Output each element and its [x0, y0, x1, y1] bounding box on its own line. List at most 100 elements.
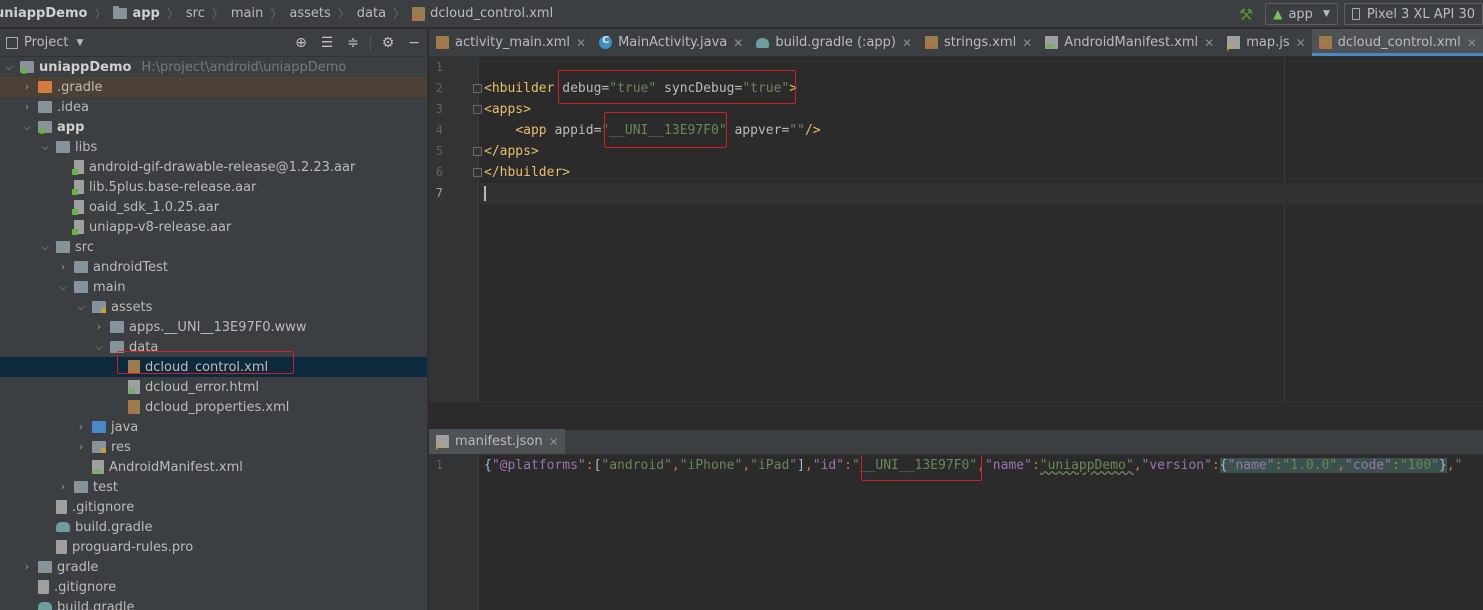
chevron-right-icon[interactable]: ›	[56, 262, 70, 273]
tab-manifest-json[interactable]: manifest.json ✕	[429, 429, 565, 454]
project-view-selector[interactable]: Project	[24, 35, 68, 50]
chevron-down-icon[interactable]: ⌵	[92, 342, 106, 353]
breadcrumb-item-src[interactable]: src	[186, 6, 205, 21]
tree-item-androidtest[interactable]: › androidTest	[0, 257, 427, 277]
close-icon[interactable]: ✕	[1204, 36, 1214, 50]
tree-item-dcloud-control[interactable]: dcloud_control.xml	[0, 357, 427, 377]
tree-item-src[interactable]: ⌵ src	[0, 237, 427, 257]
chevron-down-icon[interactable]: ⌵	[74, 302, 88, 313]
tree-item-idea[interactable]: › .idea	[0, 97, 427, 117]
close-icon[interactable]: ✕	[902, 36, 912, 50]
tree-item-label: lib.5plus.base-release.aar	[89, 179, 257, 195]
fold-marker-icon[interactable]	[473, 84, 482, 93]
tree-item-proguard[interactable]: proguard-rules.pro	[0, 537, 427, 557]
chevron-right-icon[interactable]: ›	[20, 562, 34, 573]
tree-item-dcloud-error[interactable]: dcloud_error.html	[0, 377, 427, 397]
tree-item-apps-www[interactable]: › apps.__UNI__13E97F0.www	[0, 317, 427, 337]
breadcrumb-item-app[interactable]: app	[113, 6, 160, 21]
gear-icon[interactable]: ⚙	[375, 35, 401, 51]
tree-item-gradle-dir[interactable]: › .gradle	[0, 77, 427, 97]
close-icon[interactable]: ✕	[576, 36, 586, 50]
tab-strings[interactable]: strings.xml ✕	[918, 29, 1038, 56]
chevron-down-icon[interactable]: ⌵	[2, 62, 16, 73]
folder-icon	[56, 141, 70, 153]
breadcrumb-separator-icon: 〉	[270, 7, 283, 21]
close-icon[interactable]: ✕	[549, 435, 559, 449]
tree-item-gif-aar[interactable]: android-gif-drawable-release@1.2.23.aar	[0, 157, 427, 177]
fold-marker-icon[interactable]	[473, 105, 482, 114]
run-config-label: app	[1288, 6, 1313, 22]
tree-item-uniappdemo[interactable]: ⌵ uniappDemo H:\project\android\uniappDemo	[0, 57, 427, 77]
hide-panel-icon[interactable]: −	[401, 35, 427, 51]
expand-all-icon[interactable]: ☰	[314, 35, 340, 51]
code-editor[interactable]: 1 2 3 4 5 6 7 <hbuilder debug="true" syn…	[429, 57, 1483, 402]
tree-item-app-gitignore[interactable]: .gitignore	[0, 497, 427, 517]
tree-item-java[interactable]: › java	[0, 417, 427, 437]
tab-androidmanifest[interactable]: AndroidManifest.xml ✕	[1038, 29, 1220, 56]
chevron-right-icon[interactable]: ›	[20, 82, 34, 93]
chevron-down-icon[interactable]: ⌵	[20, 122, 34, 133]
tab-mainactivity[interactable]: MainActivity.java ✕	[592, 29, 749, 56]
device-dropdown[interactable]: Pixel 3 XL API 30	[1343, 3, 1483, 25]
chevron-right-icon[interactable]: ›	[74, 422, 88, 433]
tree-item-androidmanifest[interactable]: AndroidManifest.xml	[0, 457, 427, 477]
tab-build-gradle[interactable]: build.gradle (:app) ✕	[749, 29, 918, 56]
run-configuration-dropdown[interactable]: ▲ app ▼	[1265, 3, 1338, 25]
tree-item-app-build-gradle[interactable]: build.gradle	[0, 517, 427, 537]
chevron-down-icon[interactable]: ⌵	[38, 242, 52, 253]
fold-marker-icon[interactable]	[473, 147, 482, 156]
chevron-down-icon[interactable]: ▼	[76, 38, 83, 48]
breadcrumb-item-file[interactable]: dcloud_control.xml	[412, 6, 553, 22]
close-icon[interactable]: ✕	[1467, 36, 1477, 50]
tree-item-data[interactable]: ⌵ data	[0, 337, 427, 357]
breadcrumb-item-main[interactable]: main	[231, 6, 263, 21]
tree-item-dcloud-properties[interactable]: dcloud_properties.xml	[0, 397, 427, 417]
chevron-down-icon[interactable]: ⌵	[38, 142, 52, 153]
tree-item-uniapp-aar[interactable]: uniapp-v8-release.aar	[0, 217, 427, 237]
editor-split-divider[interactable]	[429, 402, 1483, 430]
tree-item-label: proguard-rules.pro	[72, 539, 194, 555]
tree-item-test[interactable]: › test	[0, 477, 427, 497]
secondary-editor-tab-bar: manifest.json ✕	[429, 429, 1483, 455]
tree-item-libs[interactable]: ⌵ libs	[0, 137, 427, 157]
tab-map-js[interactable]: map.js ✕	[1220, 29, 1311, 56]
tree-item-res[interactable]: › res	[0, 437, 427, 457]
tab-activity-main[interactable]: activity_main.xml ✕	[429, 29, 592, 56]
build-hammer-icon[interactable]: ⚒	[1239, 5, 1253, 24]
editor-gutter: 1	[429, 455, 479, 610]
breadcrumb-item-data[interactable]: data	[357, 6, 386, 21]
tree-item-app[interactable]: ⌵ app	[0, 117, 427, 137]
line-number: 4	[435, 123, 443, 137]
collapse-all-icon[interactable]: ≑	[340, 35, 366, 51]
folder-icon	[56, 241, 70, 253]
close-icon[interactable]: ✕	[1022, 36, 1032, 50]
xml-tag: </hbuilder>	[484, 165, 571, 180]
breadcrumb-item-assets[interactable]: assets	[289, 6, 330, 21]
tab-dcloud-control[interactable]: dcloud_control.xml ✕	[1311, 29, 1483, 56]
breadcrumb-separator-icon: 〉	[337, 7, 350, 21]
tree-item-oaid-aar[interactable]: oaid_sdk_1.0.25.aar	[0, 197, 427, 217]
xml-tag: </apps>	[484, 144, 539, 159]
chevron-down-icon[interactable]: ⌵	[56, 282, 70, 293]
run-toolbar: ⚒ ▲ app ▼ Pixel 3 XL API 30	[1239, 0, 1483, 28]
chevron-right-icon[interactable]: ›	[74, 442, 88, 453]
close-icon[interactable]: ✕	[1296, 36, 1306, 50]
tree-item-assets[interactable]: ⌵ assets	[0, 297, 427, 317]
aar-library-icon	[72, 200, 84, 215]
tree-item-root-gitignore[interactable]: .gitignore	[0, 577, 427, 597]
tree-item-gradle-folder[interactable]: › gradle	[0, 557, 427, 577]
tree-item-5plus-aar[interactable]: lib.5plus.base-release.aar	[0, 177, 427, 197]
xml-value: "__UNI__13E97F0"	[601, 123, 727, 138]
close-icon[interactable]: ✕	[733, 36, 743, 50]
tree-item-root-build-gradle[interactable]: build.gradle	[0, 597, 427, 610]
chevron-right-icon[interactable]: ›	[92, 322, 106, 333]
json-file-icon	[436, 435, 449, 450]
json-string: "__UNI__13E97F0"	[851, 458, 978, 473]
json-editor[interactable]: 1 {"@platforms":["android","iPhone","iPa…	[429, 455, 1483, 610]
chevron-right-icon[interactable]: ›	[20, 102, 34, 113]
locate-file-icon[interactable]: ⊕	[288, 35, 314, 51]
chevron-right-icon[interactable]: ›	[56, 482, 70, 493]
breadcrumb-item-project[interactable]: uniappDemo	[0, 6, 87, 21]
tree-item-main[interactable]: ⌵ main	[0, 277, 427, 297]
fold-marker-icon[interactable]	[473, 168, 482, 177]
